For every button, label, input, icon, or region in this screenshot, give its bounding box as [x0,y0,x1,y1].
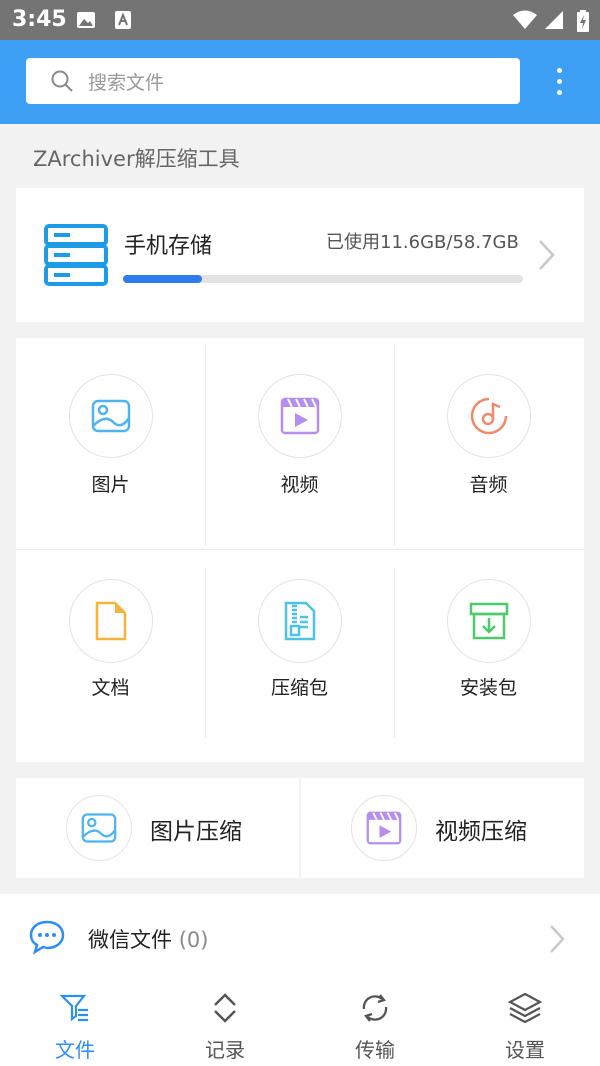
image-compress-label: 图片压缩 [150,819,242,845]
nav-label: 设置 [505,1038,545,1062]
storage-server-icon [44,224,108,290]
video-compress-button[interactable]: 视频压缩 [301,778,584,878]
search-icon [50,69,74,97]
app-bar: 搜索文件 [0,40,600,124]
phone-storage-card[interactable]: 手机存储 已使用11.6GB/58.7GB [16,188,584,322]
more-dot-icon [557,68,562,73]
nav-label: 记录 [205,1038,245,1062]
category-archives[interactable]: 压缩包 [205,549,394,762]
install-package-icon [447,579,531,663]
category-video[interactable]: 视频 [205,338,394,549]
section-title: ZArchiver解压缩工具 [33,147,240,171]
status-time: 3:45 [12,7,67,32]
layers-icon [507,992,543,1024]
nav-label: 传输 [355,1038,395,1062]
category-install-packages[interactable]: 安装包 [394,549,583,762]
storage-used-text: 已使用11.6GB/58.7GB [326,232,519,253]
category-documents[interactable]: 文档 [16,549,205,762]
category-label: 安装包 [459,677,517,699]
video-compress-label: 视频压缩 [435,819,527,845]
storage-label: 手机存储 [124,234,213,259]
nav-label: 文件 [55,1038,95,1062]
gallery-notification-icon [76,10,96,34]
wechat-count: (0) [178,928,209,952]
video-icon [351,795,417,861]
nav-tab-transfer[interactable]: 传输 [300,982,450,1066]
chevron-right-icon [536,238,556,276]
category-images[interactable]: 图片 [16,338,205,549]
more-dot-icon [557,79,562,84]
image-icon [66,795,132,861]
category-audio[interactable]: 音频 [394,338,583,549]
category-label: 图片 [91,474,130,496]
wechat-files-row[interactable]: 微信文件 (0) [0,894,600,982]
nav-tab-records[interactable]: 记录 [150,982,300,1066]
cell-signal-icon [544,10,564,34]
nav-tab-settings[interactable]: 设置 [450,982,600,1066]
category-grid: 图片 视频 音频 文档 压缩包 安装包 [16,338,584,762]
chat-bubble-icon [28,919,66,959]
more-dot-icon [557,90,562,95]
search-input[interactable]: 搜索文件 [26,58,520,104]
video-icon [258,374,342,458]
category-label: 文档 [91,677,130,699]
wechat-label-text: 微信文件 [88,928,172,952]
compress-tools-card: 图片压缩 视频压缩 [16,778,584,878]
status-bar: 3:45 [0,0,600,40]
app-notification-icon [114,10,132,34]
category-label: 压缩包 [270,677,328,699]
search-placeholder: 搜索文件 [88,72,165,94]
wechat-files-label: 微信文件 (0) [88,924,208,954]
wifi-icon [512,10,538,34]
storage-progress-bar [123,275,523,283]
chevron-updown-icon [214,993,236,1023]
archive-icon [258,579,342,663]
battery-charging-icon [577,10,589,36]
category-label: 音频 [469,474,508,496]
image-compress-button[interactable]: 图片压缩 [16,778,299,878]
chevron-right-icon [548,924,566,958]
more-menu-button[interactable] [544,64,574,100]
storage-progress-fill [123,275,203,283]
document-icon [69,579,153,663]
category-label: 视频 [280,474,319,496]
filter-list-icon [59,994,88,1022]
bottom-navigation: 文件 记录 传输 设置 [0,982,600,1066]
image-icon [69,374,153,458]
sync-icon [362,994,388,1022]
nav-tab-files[interactable]: 文件 [0,982,150,1066]
audio-icon [447,374,531,458]
